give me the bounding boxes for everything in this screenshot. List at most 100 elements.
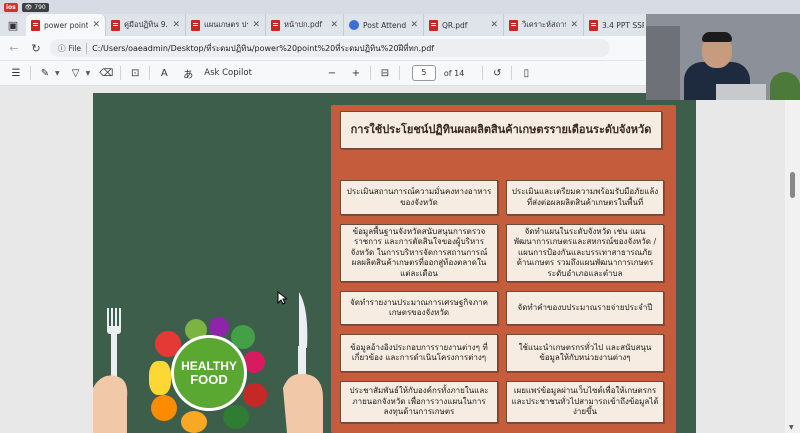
webcam-overlay: [646, 14, 800, 100]
screen: ios 👁 790 ▣ power point ✕ คู่มือปฏิทิน 9…: [0, 0, 800, 433]
draw-icon[interactable]: ▽: [66, 68, 86, 79]
tab-2[interactable]: แผนเกษตร ประจ.. ✕: [186, 14, 266, 36]
divider: [398, 66, 400, 80]
tab-1[interactable]: คู่มือปฏิทิน 9.. ✕: [106, 14, 186, 36]
right-item: ประเมินและเตรียมความพร้อมรับมือภัยแล้งที…: [506, 180, 664, 215]
tab-label: วิเคราะห์สถาน..: [522, 20, 566, 29]
stream-strip: ios 👁 790: [0, 0, 800, 14]
divider: [511, 66, 513, 80]
contents-icon[interactable]: ☰: [6, 68, 26, 79]
healthy-food-line2: FOOD: [190, 371, 228, 387]
refresh-icon[interactable]: ↻: [28, 42, 44, 55]
plant-icon: [770, 72, 800, 100]
tab-5[interactable]: QR.pdf ✕: [424, 14, 504, 36]
highlight-icon[interactable]: ✎: [35, 68, 55, 79]
left-item: ข้อมูลอ้างอิงประกอบการรายงานต่างๆ ที่เกี…: [340, 334, 498, 372]
tab-label: Post Attend..: [363, 20, 407, 30]
tab-actions-icon[interactable]: ▣: [0, 14, 26, 36]
close-icon[interactable]: ✕: [410, 20, 418, 30]
text-box-icon[interactable]: ⊡: [125, 68, 145, 79]
divider: [30, 66, 31, 80]
divider: [482, 66, 484, 80]
fork-hand-illustration: [93, 308, 128, 433]
close-icon[interactable]: ✕: [330, 20, 338, 30]
pdf-icon: [429, 19, 438, 31]
slide-page: HEALTHY FOOD การใช้ประโยชน์ปฏิทินผลผลิตส…: [93, 93, 696, 433]
page-number-input[interactable]: 5: [411, 65, 436, 81]
read-aloud-icon[interactable]: A: [154, 68, 174, 79]
tab-label: แผนเกษตร ประจ..: [204, 20, 248, 29]
tab-label: QR.pdf: [442, 20, 468, 30]
url-field[interactable]: ⓘ File C:/Users/oaeadmin/Desktop/ที่ระดมป…: [50, 39, 610, 57]
pdf-icon: [111, 19, 120, 31]
divider: [120, 66, 122, 80]
apple-icon: [243, 383, 267, 407]
fit-page-icon[interactable]: ⊟: [375, 68, 395, 79]
scrollbar[interactable]: [785, 86, 800, 433]
leaf-icon: [223, 405, 249, 429]
healthy-food-line1: HEALTHY: [181, 358, 237, 373]
pdf-icon: [191, 19, 200, 31]
page-count: of 14: [443, 68, 465, 78]
slide-title: การใช้ประโยชน์ปฏิทินผลผลิตสินค้าเกษตรราย…: [340, 111, 662, 149]
tab-3[interactable]: หน้าปก.pdf ✕: [266, 14, 344, 36]
file-chip[interactable]: ⓘ File: [58, 42, 88, 54]
healthy-food-badge: HEALTHY FOOD: [171, 335, 247, 411]
tab-0[interactable]: power point ✕: [26, 14, 106, 36]
url-text: C:/Users/oaeadmin/Desktop/ที่ระดมปฏิทิน/…: [92, 43, 435, 53]
close-icon[interactable]: ✕: [172, 20, 180, 30]
info-icon: ⓘ: [58, 43, 66, 53]
left-item: ประเมินสถานการณ์ความมั่นคงทางอาหารของจัง…: [340, 180, 498, 215]
close-icon[interactable]: ✕: [570, 20, 578, 30]
left-item: ประชาสัมพันธ์ให้กับองค์กรทั้งภายในและภาย…: [340, 381, 498, 423]
close-icon[interactable]: ✕: [252, 20, 260, 30]
eraser-icon[interactable]: ⌫: [96, 68, 116, 79]
right-item: จัดทำแผนในระดับจังหวัด เช่น แผนพัฒนาการเ…: [506, 224, 664, 282]
pdf-icon: [271, 19, 280, 31]
laptop-icon: [716, 84, 766, 100]
chevron-down-icon[interactable]: ▼: [55, 70, 60, 77]
close-icon[interactable]: ✕: [490, 20, 498, 30]
left-item: ข้อมูลพื้นฐานจังหวัดสนับสนุนการตรวจราชกา…: [340, 224, 498, 282]
rotate-icon[interactable]: ↺: [487, 68, 507, 79]
scroll-down-icon[interactable]: ▼: [789, 424, 794, 431]
lemon-icon: [181, 411, 207, 433]
tab-label: 3.4 PPT SSR: [602, 20, 644, 30]
presenter-hair: [702, 32, 732, 42]
pdf-icon: [589, 19, 598, 31]
grape-icon: [209, 317, 229, 337]
live-badge: ios: [4, 2, 18, 12]
chevron-down-icon[interactable]: ▼: [86, 70, 91, 77]
knife-hand-illustration: [283, 292, 323, 433]
orange-icon: [151, 395, 177, 421]
pdf-icon: [31, 19, 40, 31]
tab-label: power point: [44, 20, 89, 30]
tab-4[interactable]: Post Attend.. ✕: [344, 14, 424, 36]
translate-icon[interactable]: あ: [178, 66, 198, 81]
tab-6[interactable]: วิเคราะห์สถาน.. ✕: [504, 14, 584, 36]
zoom-out-button[interactable]: −: [322, 68, 342, 79]
divider: [369, 66, 371, 80]
edge-icon: [349, 20, 359, 30]
file-chip-label: File: [68, 43, 82, 53]
pdf-icon: [509, 19, 518, 31]
tab-label: คู่มือปฏิทิน 9..: [124, 20, 169, 29]
tab-label: หน้าปก.pdf: [284, 20, 323, 29]
close-icon[interactable]: ✕: [92, 20, 100, 30]
right-item: เผยแพร่ข้อมูลผ่านเว็บไซต์เพื่อให้เกษตรกร…: [506, 381, 664, 423]
right-item: ใช้แนะนำเกษตรกรทั่วไป และสนับสนุนข้อมูลใ…: [506, 334, 664, 372]
banana-icon: [149, 361, 171, 395]
zoom-in-button[interactable]: +: [346, 68, 366, 79]
page-view-icon[interactable]: ▯: [516, 68, 536, 79]
left-item: จัดทำรายงานประมาณการเศรษฐกิจภาคเกษตรของจ…: [340, 291, 498, 325]
ask-copilot-button[interactable]: Ask Copilot: [204, 68, 252, 78]
webcam-shelf: [646, 26, 680, 100]
mouse-cursor-icon: [277, 291, 287, 305]
content-panel: การใช้ประโยชน์ปฏิทินผลผลิตสินค้าเกษตรราย…: [331, 105, 676, 433]
right-item: จัดทำคำของบประมาณรายจ่ายประจำปี: [506, 291, 664, 325]
viewer-count-value: 790: [34, 3, 46, 11]
scrollbar-thumb[interactable]: [790, 172, 795, 198]
back-icon[interactable]: ←: [6, 42, 22, 55]
tab-7[interactable]: 3.4 PPT SSR: [584, 14, 650, 36]
divider: [149, 66, 151, 80]
